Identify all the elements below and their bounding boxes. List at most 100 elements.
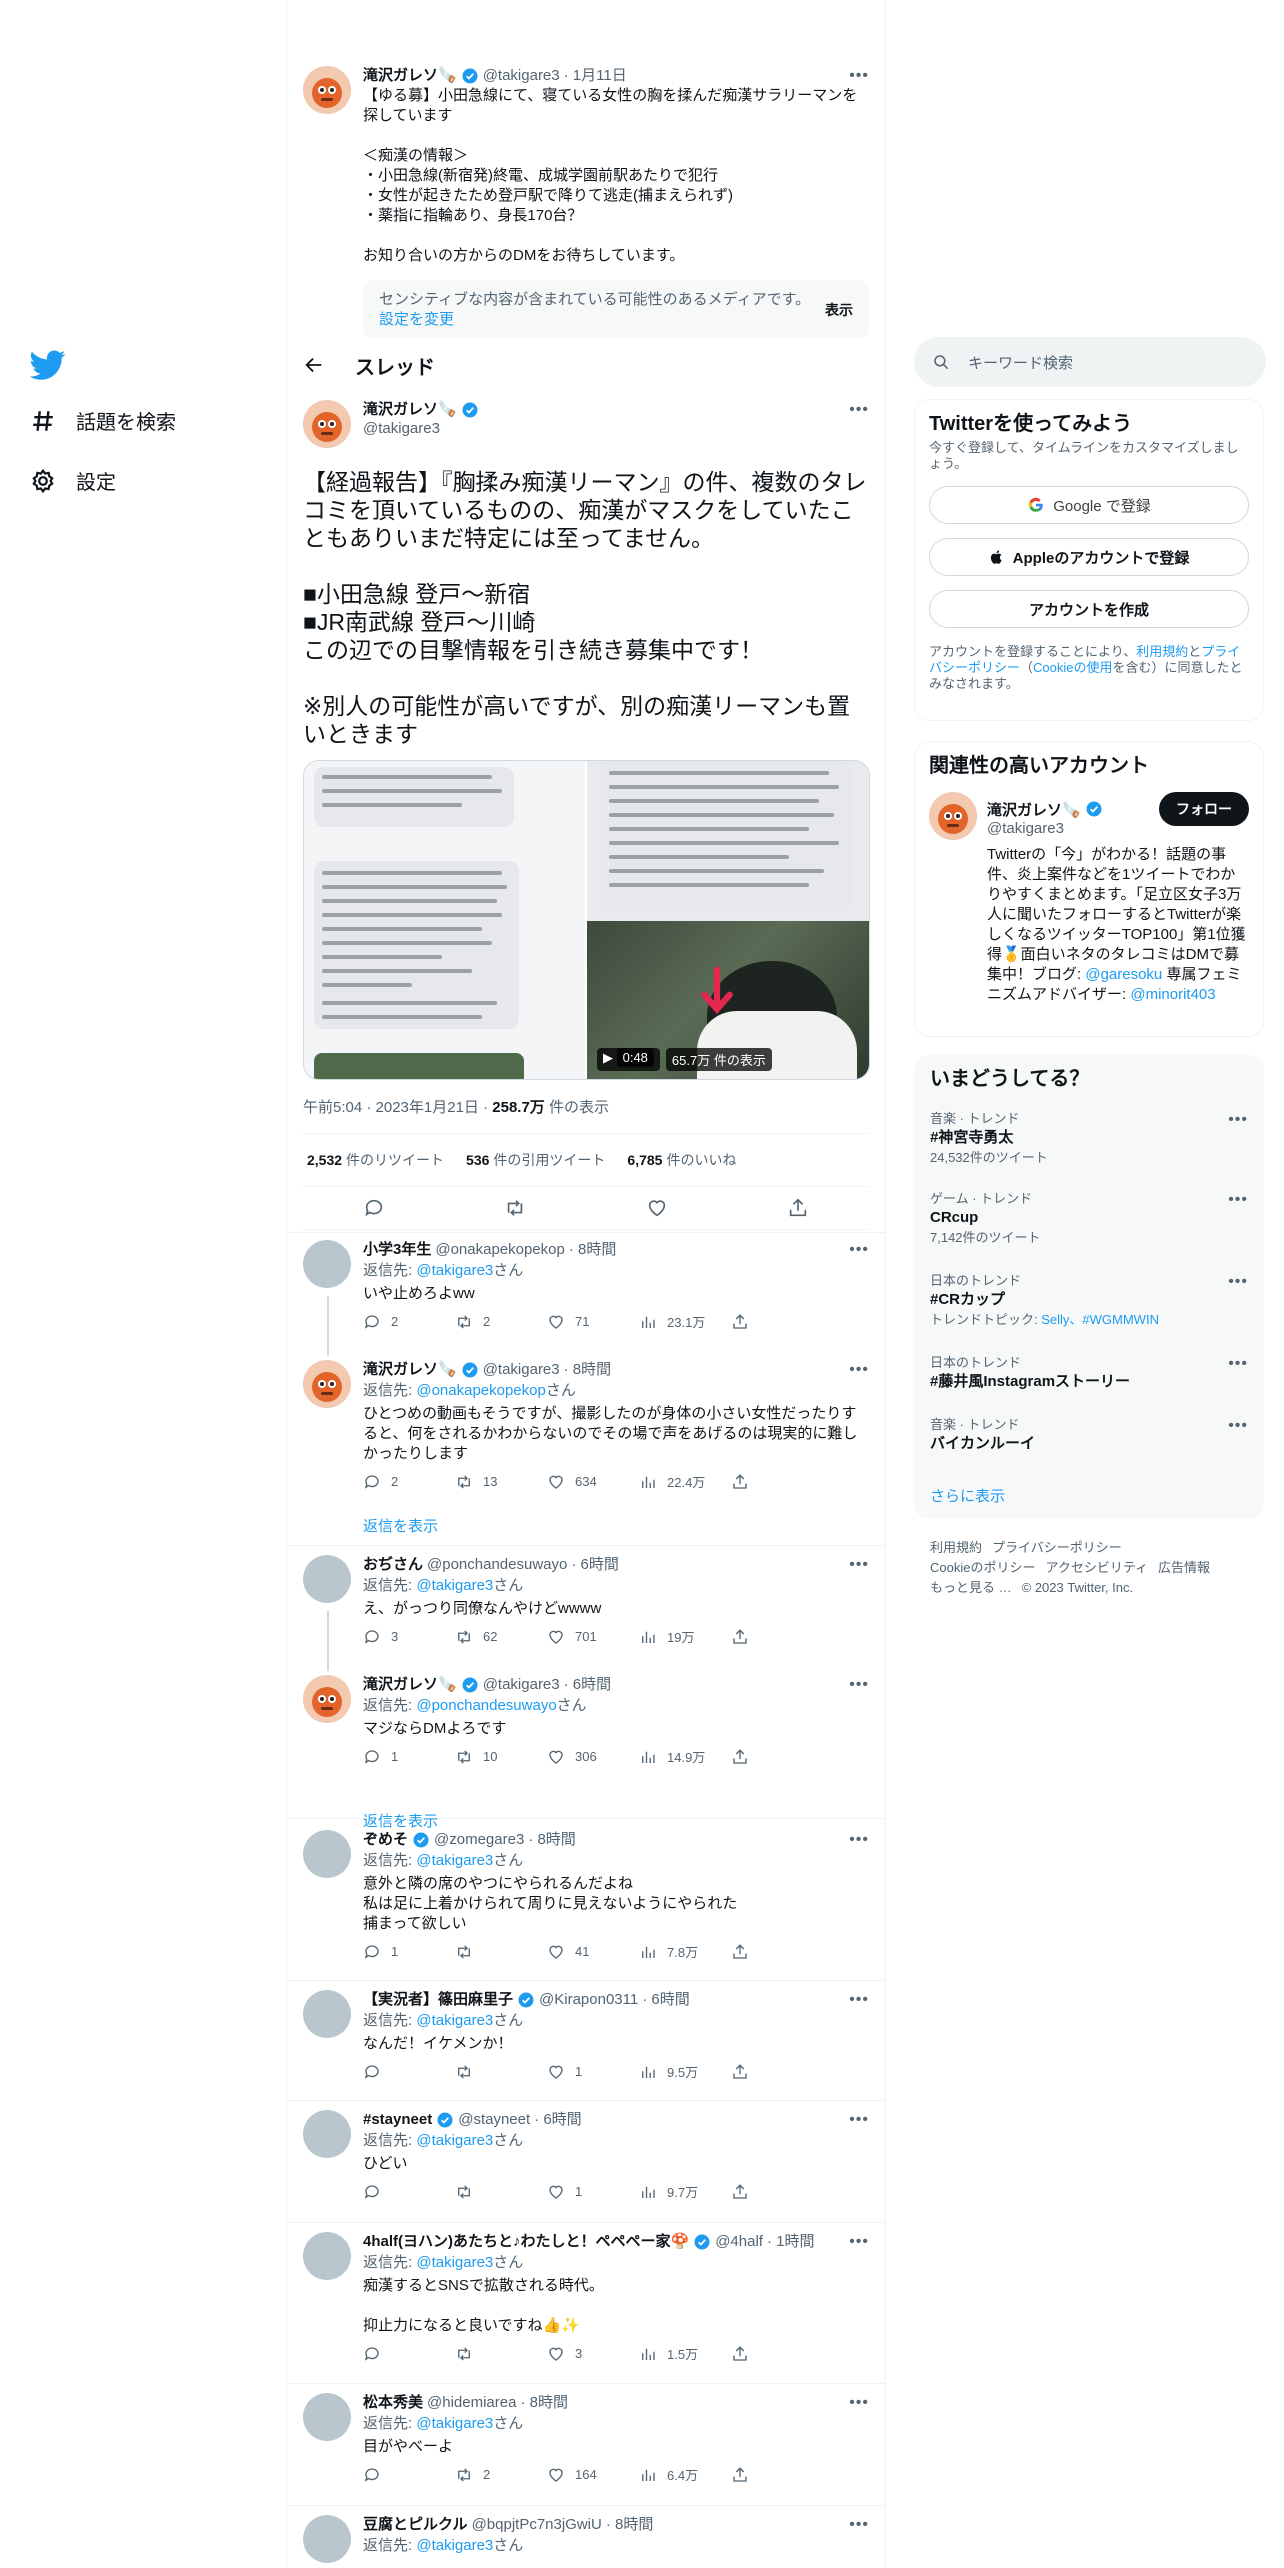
like-action[interactable]: 306 xyxy=(547,1748,639,1766)
reply-to-handle[interactable]: @takigare3 xyxy=(416,1262,493,1279)
share-action[interactable] xyxy=(731,2063,823,2081)
reply-action[interactable]: 2 xyxy=(363,1313,455,1331)
avatar[interactable] xyxy=(929,792,977,840)
tweet-time[interactable]: · 8時間 xyxy=(520,2393,568,2413)
more-icon[interactable]: ••• xyxy=(849,1240,869,1260)
reply-tweet[interactable]: 滝沢ガレソ🪚 @takigare3 · 6時間 ••• 返信先: @ponchandes… xyxy=(287,1675,885,1766)
like-icon[interactable] xyxy=(646,1197,668,1219)
reply-to-handle[interactable]: @takigare3 xyxy=(416,1852,493,1869)
create-account-button[interactable]: アカウントを作成 xyxy=(929,590,1249,628)
nav-explore[interactable]: 話題を検索 xyxy=(30,406,176,435)
avatar[interactable] xyxy=(303,2393,351,2441)
trend-item[interactable]: 日本のトレンド #CRカップ トレンドトピック: Selly、#WGMMWIN ••• xyxy=(930,1273,1248,1329)
share-action[interactable] xyxy=(731,2183,823,2201)
reply-tweet[interactable]: 【実況者】篠田麻里子 @Kirapon0311 · 6時間 ••• 返信先: @taki… xyxy=(287,1990,885,2081)
reply-to-handle[interactable]: @takigare3 xyxy=(416,2132,493,2149)
nav-settings[interactable]: 設定 xyxy=(30,466,116,495)
reply-tweet[interactable]: 4half(ヨハン)あたちと♪わたしと！ペペペー家🍄 @4half · 1時間 •••… xyxy=(287,2232,885,2363)
related-account[interactable]: 滝沢ガレソ🪚 フォロー @takigare3 Twitterの「今」がわかる！話… xyxy=(929,792,1249,1005)
author-handle[interactable]: @hidemiarea xyxy=(427,2393,516,2413)
more-icon[interactable]: ••• xyxy=(849,1990,869,2010)
like-action[interactable]: 164 xyxy=(547,2466,639,2484)
like-action[interactable]: 41 xyxy=(547,1943,639,1961)
reply-tweet[interactable]: #stayneet @stayneet · 6時間 ••• 返信先: @takigare… xyxy=(287,2110,885,2201)
like-action[interactable]: 3 xyxy=(547,2345,639,2363)
like-action[interactable]: 634 xyxy=(547,1473,639,1491)
avatar[interactable] xyxy=(303,1675,351,1723)
reply-icon[interactable] xyxy=(363,1197,385,1219)
footer-link[interactable]: もっと見る … xyxy=(930,1580,1012,1595)
avatar[interactable] xyxy=(303,1555,351,1603)
reply-to-handle[interactable]: @onakapekopekop xyxy=(416,1382,546,1399)
reply-action[interactable] xyxy=(363,2466,455,2484)
reply-action[interactable] xyxy=(363,2063,455,2081)
footer-link[interactable]: アクセシビリティ xyxy=(1045,1560,1148,1575)
retweet-action[interactable] xyxy=(455,1943,547,1961)
like-action[interactable]: 1 xyxy=(547,2183,639,2201)
avatar[interactable] xyxy=(303,2515,351,2563)
author-handle[interactable]: @bqpjtPc7n3jGwiU xyxy=(472,2515,602,2535)
author-name[interactable]: 小学3年生 xyxy=(363,1240,431,1260)
views-action[interactable]: 22.4万 xyxy=(639,1472,731,1491)
like-action[interactable]: 701 xyxy=(547,1628,639,1646)
tweet-time[interactable]: · 8時間 xyxy=(606,2515,654,2535)
back-arrow-icon[interactable] xyxy=(303,354,325,376)
author-name[interactable]: 滝沢ガレソ🪚 xyxy=(363,1360,457,1380)
reply-tweet[interactable]: 滝沢ガレソ🪚 @takigare3 · 8時間 ••• 返信先: @onakapekop… xyxy=(287,1360,885,1491)
retweets-stat[interactable]: 2,532 件のリツイート xyxy=(307,1150,444,1170)
retweet-action[interactable]: 13 xyxy=(455,1473,547,1491)
author-name[interactable]: 松本秀美 xyxy=(363,2393,423,2413)
trend-item[interactable]: 音楽 · トレンド バイカンルーイ ••• xyxy=(930,1417,1248,1455)
reply-action[interactable] xyxy=(363,2345,455,2363)
reply-to-handle[interactable]: @takigare3 xyxy=(416,2537,493,2554)
screenshot-image[interactable] xyxy=(304,761,587,1079)
author-name[interactable]: ぞめそ xyxy=(363,1830,408,1850)
reply-action[interactable]: 1 xyxy=(363,1748,455,1766)
author-name[interactable]: 4half(ヨハン)あたちと♪わたしと！ペペペー家🍄 xyxy=(363,2232,689,2252)
more-icon[interactable]: ••• xyxy=(849,1555,869,1575)
share-action[interactable] xyxy=(731,1473,823,1491)
bio-link[interactable]: @minorit403 xyxy=(1130,986,1215,1003)
reply-to-handle[interactable]: @ponchandesuwayo xyxy=(416,1697,556,1714)
avatar[interactable] xyxy=(303,1360,351,1408)
retweet-action[interactable]: 10 xyxy=(455,1748,547,1766)
previous-tweet[interactable]: 滝沢ガレソ🪚 @takigare3 · 1月11日 ••• 【ゆる募】小田急線に… xyxy=(287,56,885,346)
author-handle[interactable]: @zomegare3 xyxy=(434,1830,524,1850)
tweet-time[interactable]: · 6時間 xyxy=(564,1675,612,1695)
apple-signup-button[interactable]: Appleのアカウントで登録 xyxy=(929,538,1249,576)
more-icon[interactable]: ••• xyxy=(1228,1417,1248,1435)
share-action[interactable] xyxy=(731,1748,823,1766)
views-action[interactable]: 14.9万 xyxy=(639,1747,731,1766)
tweet-time[interactable]: · 6時間 xyxy=(534,2110,582,2130)
share-action[interactable] xyxy=(731,2345,823,2363)
retweet-action[interactable]: 2 xyxy=(455,2466,547,2484)
trend-topic-link[interactable]: Selly、#WGMMWIN xyxy=(1041,1312,1159,1327)
retweet-action[interactable]: 2 xyxy=(455,1313,547,1331)
related-name[interactable]: 滝沢ガレソ🪚 xyxy=(987,799,1081,820)
bio-link[interactable]: @garesoku xyxy=(1085,966,1162,983)
author-handle[interactable]: @4half xyxy=(715,2232,763,2252)
avatar[interactable] xyxy=(303,2110,351,2158)
footer-link[interactable]: プライバシーポリシー xyxy=(992,1540,1122,1555)
author-handle[interactable]: @takigare3 xyxy=(483,1675,560,1695)
avatar[interactable] xyxy=(303,66,351,114)
retweet-action[interactable] xyxy=(455,2183,547,2201)
share-icon[interactable] xyxy=(787,1197,809,1219)
author-name[interactable]: #stayneet xyxy=(363,2110,432,2130)
video-thumbnail[interactable]: ▶ 0:48 65.7万 件の表示 xyxy=(587,921,869,1079)
retweet-icon[interactable] xyxy=(504,1197,526,1219)
views-action[interactable]: 9.5万 xyxy=(639,2062,731,2081)
retweet-action[interactable] xyxy=(455,2345,547,2363)
views-action[interactable]: 6.4万 xyxy=(639,2465,731,2484)
change-settings-link[interactable]: 設定を変更 xyxy=(379,311,454,328)
views-action[interactable]: 19万 xyxy=(639,1627,731,1646)
reply-to-handle[interactable]: @takigare3 xyxy=(416,2415,493,2432)
more-icon[interactable]: ••• xyxy=(1228,1273,1248,1291)
more-icon[interactable]: ••• xyxy=(849,2515,869,2535)
tweet-time[interactable]: · 8時間 xyxy=(528,1830,576,1850)
reply-action[interactable] xyxy=(363,2183,455,2201)
avatar[interactable] xyxy=(303,1830,351,1878)
views-action[interactable]: 9.7万 xyxy=(639,2182,731,2201)
reply-tweet[interactable]: ぞめそ @zomegare3 · 8時間 ••• 返信先: @takigare3さん 意外… xyxy=(287,1830,885,1961)
reply-tweet[interactable]: おぢさん @ponchandesuwayo · 6時間 ••• 返信先: @takiga… xyxy=(287,1555,885,1646)
